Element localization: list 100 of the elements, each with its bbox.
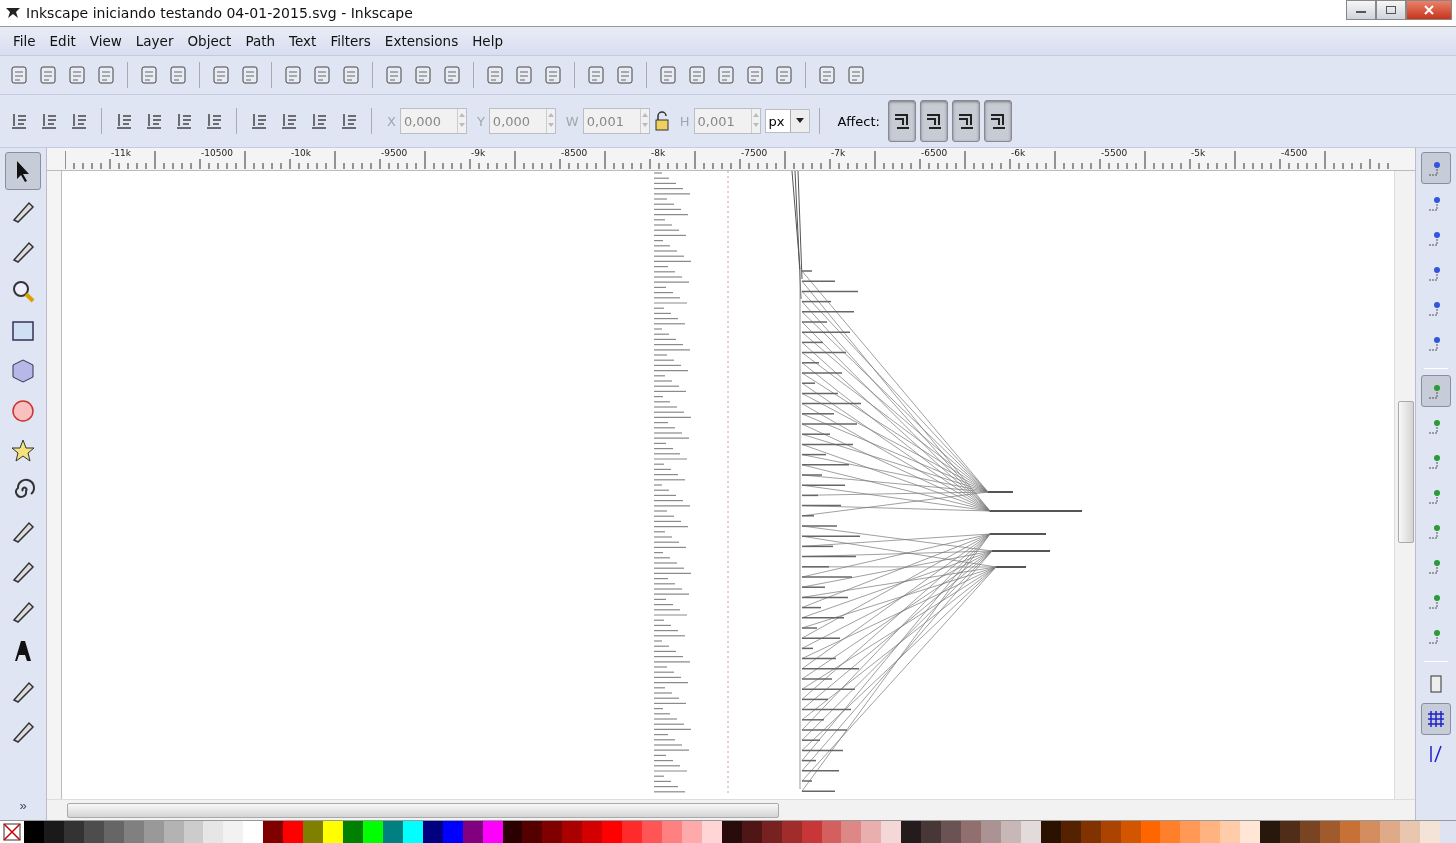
menu-item[interactable]: View xyxy=(82,31,129,51)
color-swatch[interactable] xyxy=(741,821,762,843)
restore-icon xyxy=(1385,5,1397,15)
transform-affect-toggle[interactable] xyxy=(951,100,980,142)
color-swatch[interactable] xyxy=(881,821,902,843)
menu-item[interactable]: File xyxy=(6,31,43,51)
color-swatch[interactable] xyxy=(263,821,284,843)
padlock-icon[interactable] xyxy=(653,110,670,132)
color-swatch[interactable] xyxy=(323,821,343,843)
color-swatch[interactable] xyxy=(402,821,423,843)
color-swatch[interactable] xyxy=(1300,821,1320,843)
color-swatch[interactable] xyxy=(123,821,144,843)
color-swatch[interactable] xyxy=(442,821,463,843)
menu-item[interactable]: Object xyxy=(180,31,239,51)
unit-dropdown[interactable]: px xyxy=(764,109,811,133)
color-swatch[interactable] xyxy=(1020,821,1041,843)
transform-affect-toggle[interactable] xyxy=(887,100,916,142)
color-swatch[interactable] xyxy=(243,821,264,843)
color-swatch[interactable] xyxy=(1060,821,1081,843)
color-swatch[interactable] xyxy=(721,821,742,843)
color-swatch[interactable] xyxy=(1200,821,1221,843)
color-swatch[interactable] xyxy=(1399,821,1420,843)
transform-affect-toggle[interactable] xyxy=(919,100,948,142)
color-swatch[interactable] xyxy=(83,821,104,843)
color-swatch[interactable] xyxy=(1419,821,1440,843)
menu-item[interactable]: Layer xyxy=(128,31,181,51)
transform-affect-toggle[interactable] xyxy=(983,100,1012,142)
menu-item[interactable]: Edit xyxy=(42,31,83,51)
color-swatch[interactable] xyxy=(941,821,962,843)
color-swatch[interactable] xyxy=(1379,821,1400,843)
color-swatch[interactable] xyxy=(63,821,84,843)
color-swatch[interactable] xyxy=(303,821,324,843)
snap-toggle-button[interactable] xyxy=(1421,703,1451,735)
color-swatch[interactable] xyxy=(1240,821,1261,843)
minimize-button[interactable] xyxy=(1346,0,1376,20)
color-swatch[interactable] xyxy=(422,821,443,843)
menu-item[interactable]: Help xyxy=(465,31,510,51)
snap-toggle-button[interactable] xyxy=(1421,375,1451,407)
color-swatch[interactable] xyxy=(562,821,583,843)
no-paint-swatch[interactable] xyxy=(0,821,24,843)
color-swatch[interactable] xyxy=(1319,821,1340,843)
color-swatch[interactable] xyxy=(163,821,184,843)
color-swatch[interactable] xyxy=(203,821,224,843)
menu-item[interactable]: Extensions xyxy=(377,31,466,51)
color-swatch[interactable] xyxy=(961,821,981,843)
color-swatch[interactable] xyxy=(183,821,204,843)
color-swatch[interactable] xyxy=(1120,821,1141,843)
snap-toggle-button[interactable] xyxy=(1421,152,1451,184)
color-swatch[interactable] xyxy=(801,821,822,843)
color-swatch[interactable] xyxy=(1080,821,1101,843)
color-swatch[interactable] xyxy=(622,821,643,843)
color-swatch[interactable] xyxy=(781,821,802,843)
color-swatch[interactable] xyxy=(1140,821,1161,843)
color-swatch[interactable] xyxy=(223,821,244,843)
color-swatch[interactable] xyxy=(821,821,842,843)
color-swatch[interactable] xyxy=(103,821,124,843)
color-swatch[interactable] xyxy=(522,821,543,843)
color-swatch[interactable] xyxy=(701,821,722,843)
menu-item[interactable]: Path xyxy=(238,31,283,51)
color-swatch[interactable] xyxy=(542,821,563,843)
color-swatch[interactable] xyxy=(921,821,942,843)
color-swatch[interactable] xyxy=(662,821,682,843)
color-swatch[interactable] xyxy=(1180,821,1201,843)
color-swatch[interactable] xyxy=(841,821,862,843)
menu-item[interactable]: Text xyxy=(282,31,324,51)
color-swatch[interactable] xyxy=(1220,821,1241,843)
new-document-icon[interactable] xyxy=(8,64,30,86)
color-swatch[interactable] xyxy=(283,821,304,843)
color-swatch[interactable] xyxy=(681,821,702,843)
color-swatch[interactable] xyxy=(1359,821,1380,843)
color-swatch[interactable] xyxy=(502,821,523,843)
color-swatch[interactable] xyxy=(1040,821,1061,843)
color-swatch[interactable] xyxy=(143,821,164,843)
color-swatch[interactable] xyxy=(1339,821,1360,843)
maximize-button[interactable] xyxy=(1376,0,1406,20)
color-swatch[interactable] xyxy=(1000,821,1021,843)
toolbox-expand-button[interactable]: » xyxy=(13,797,33,814)
color-swatch[interactable] xyxy=(861,821,882,843)
color-swatch[interactable] xyxy=(582,821,603,843)
color-swatch[interactable] xyxy=(761,821,782,843)
color-swatch[interactable] xyxy=(462,821,483,843)
vertical-scrollbar[interactable] xyxy=(1394,171,1415,799)
tool-button[interactable] xyxy=(5,152,41,190)
color-swatch[interactable] xyxy=(1160,821,1181,843)
color-swatch[interactable] xyxy=(343,821,363,843)
color-swatch[interactable] xyxy=(482,821,503,843)
color-swatch[interactable] xyxy=(901,821,922,843)
color-swatch[interactable] xyxy=(382,821,403,843)
color-swatch[interactable] xyxy=(1280,821,1300,843)
color-swatch[interactable] xyxy=(362,821,383,843)
color-swatch[interactable] xyxy=(43,821,64,843)
menu-item[interactable]: Filters xyxy=(323,31,378,51)
color-swatch[interactable] xyxy=(981,821,1001,843)
horizontal-scrollbar[interactable] xyxy=(47,799,1415,820)
color-swatch[interactable] xyxy=(1260,821,1281,843)
color-swatch[interactable] xyxy=(602,821,623,843)
close-button[interactable] xyxy=(1406,0,1452,20)
color-swatch[interactable] xyxy=(1100,821,1121,843)
color-swatch[interactable] xyxy=(24,821,44,843)
color-swatch[interactable] xyxy=(642,821,662,843)
